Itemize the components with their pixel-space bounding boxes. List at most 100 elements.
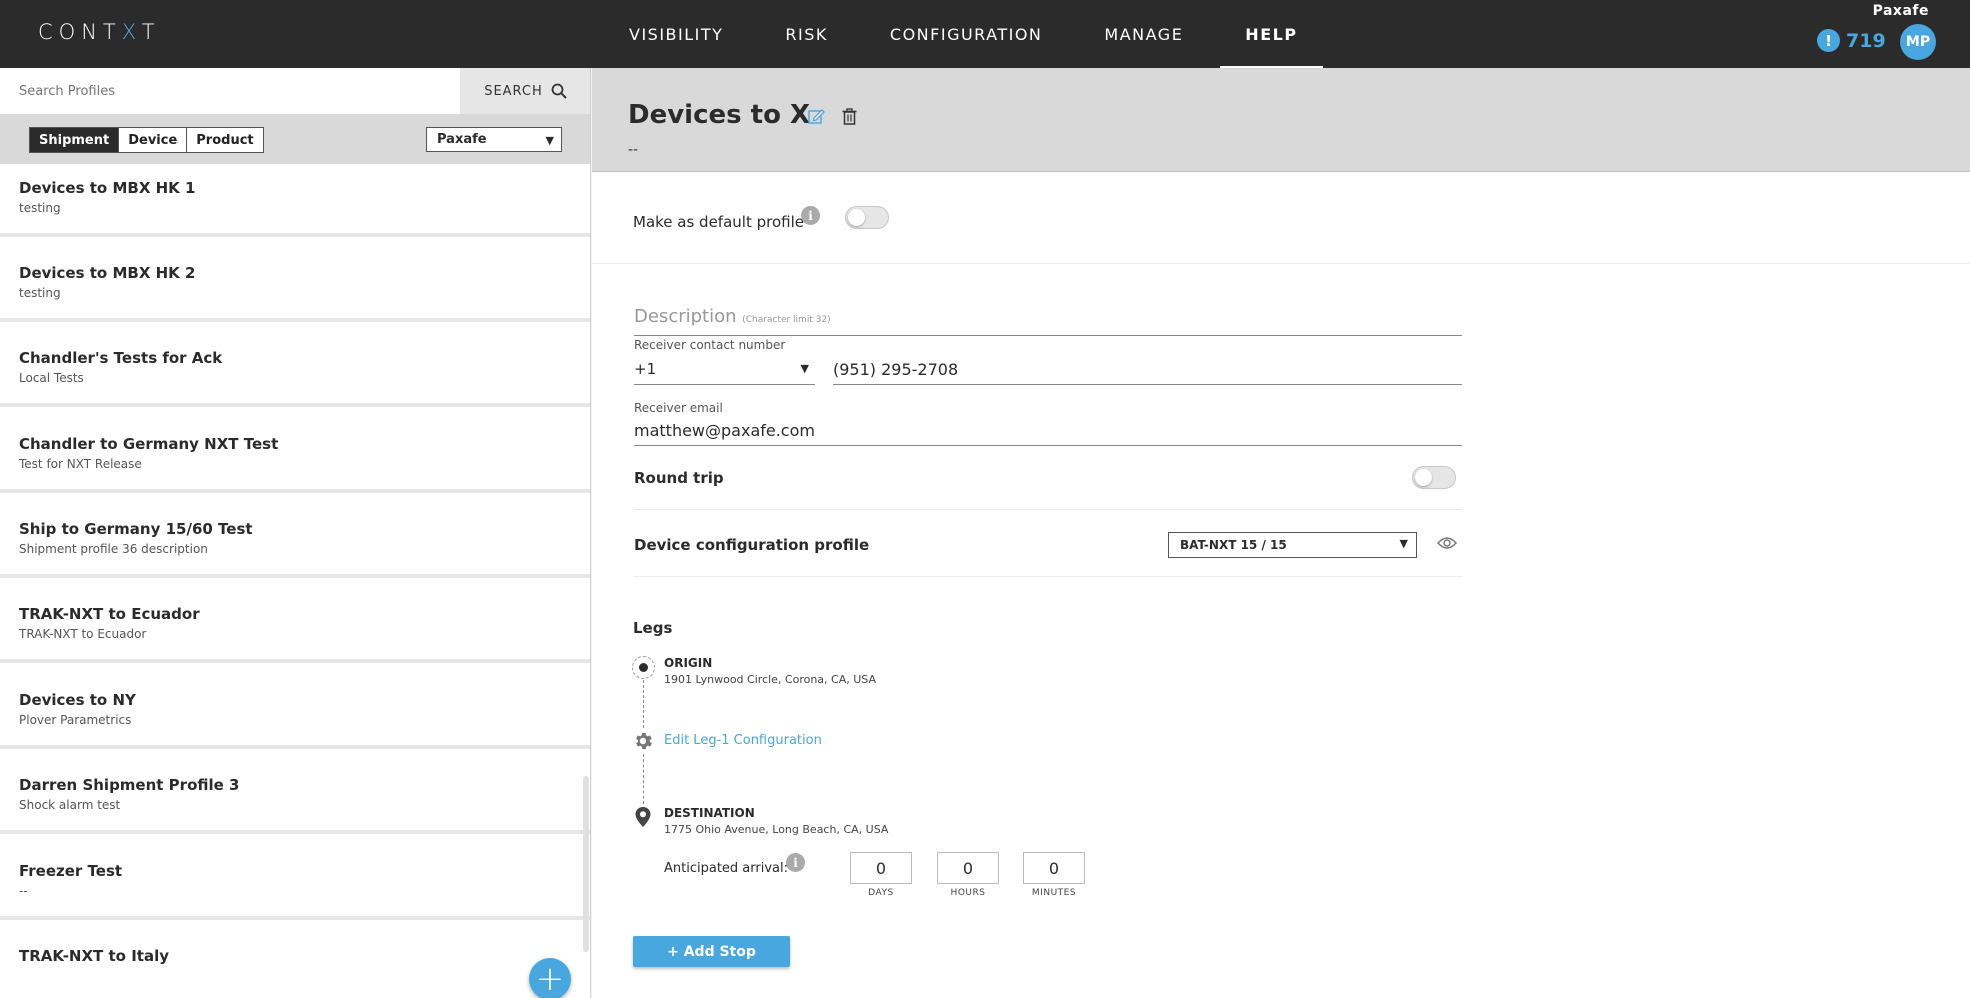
list-item[interactable]: Chandler's Tests for Ack Local Tests: [0, 324, 590, 407]
nav-configuration[interactable]: CONFIGURATION: [859, 0, 1074, 68]
arrival-minutes-input[interactable]: 0: [1023, 852, 1085, 884]
phone-input[interactable]: (951) 295-2708: [833, 357, 1462, 385]
search-button[interactable]: SEARCH: [460, 68, 590, 114]
logo-text: CONT: [38, 20, 122, 44]
profile-desc: testing: [19, 286, 61, 300]
profile-name: Chandler to Germany NXT Test: [19, 435, 279, 453]
profile-name: Darren Shipment Profile 3: [19, 776, 240, 794]
top-nav-bar: CONTXT VISIBILITY RISK CONFIGURATION MAN…: [0, 0, 1970, 68]
profile-name: Chandler's Tests for Ack: [19, 349, 223, 367]
profile-form: Make as default profile i Description (C…: [592, 172, 1970, 998]
profile-name: Devices to NY: [19, 691, 136, 709]
org-select[interactable]: Paxafe ▼: [426, 127, 562, 152]
nav-manage[interactable]: MANAGE: [1073, 0, 1214, 68]
list-item[interactable]: TRAK-NXT to Italy: [0, 922, 590, 998]
map-pin-icon: [635, 807, 651, 827]
default-profile-label: Make as default profile: [633, 213, 804, 231]
country-code-value: +1: [634, 360, 657, 378]
origin-address: 1901 Lynwood Circle, Corona, CA, USA: [664, 673, 876, 686]
default-profile-toggle[interactable]: [845, 206, 889, 229]
org-name: Paxafe: [1872, 3, 1929, 19]
eye-icon[interactable]: [1437, 536, 1457, 550]
profile-desc: Shipment profile 36 description: [19, 542, 208, 556]
profile-desc: Test for NXT Release: [19, 457, 142, 471]
profile-name: TRAK-NXT to Ecuador: [19, 605, 200, 623]
search-row: SEARCH: [0, 68, 590, 114]
add-stop-button[interactable]: + Add Stop: [633, 936, 790, 967]
profile-desc: TRAK-NXT to Ecuador: [19, 627, 147, 641]
list-item[interactable]: Darren Shipment Profile 3 Shock alarm te…: [0, 751, 590, 834]
divider: [634, 576, 1462, 577]
profile-desc: Plover Parametrics: [19, 713, 132, 727]
profile-desc: --: [19, 884, 28, 898]
profile-type-toggle: Shipment Device Product: [29, 127, 264, 153]
description-field[interactable]: Description (Character limit 32): [634, 306, 1462, 336]
filter-shipment[interactable]: Shipment: [30, 128, 120, 152]
caret-down-icon: ▼: [1399, 537, 1408, 550]
info-icon[interactable]: i: [786, 853, 805, 872]
plus-icon: +: [535, 959, 565, 998]
profile-name: Devices to MBX HK 1: [19, 179, 196, 197]
email-input[interactable]: matthew@paxafe.com: [634, 418, 1462, 446]
profile-subtitle: --: [628, 142, 639, 158]
profile-name: Ship to Germany 15/60 Test: [19, 520, 253, 538]
toggle-knob: [848, 209, 865, 226]
divider: [634, 509, 1462, 510]
arrival-label: Anticipated arrival:: [664, 861, 788, 876]
filter-device[interactable]: Device: [119, 128, 188, 152]
trash-icon[interactable]: [842, 108, 857, 125]
arrival-days-input[interactable]: 0: [850, 852, 912, 884]
destination-address: 1775 Ohio Avenue, Long Beach, CA, USA: [664, 823, 889, 836]
nav-help[interactable]: HELP: [1214, 0, 1328, 68]
round-trip-toggle[interactable]: [1412, 466, 1456, 489]
list-item[interactable]: Devices to MBX HK 2 testing: [0, 239, 590, 322]
list-item[interactable]: Chandler to Germany NXT Test Test for NX…: [0, 410, 590, 493]
list-item[interactable]: TRAK-NXT to Ecuador TRAK-NXT to Ecuador: [0, 580, 590, 663]
device-config-label: Device configuration profile: [634, 536, 870, 554]
user-avatar[interactable]: MP: [1900, 24, 1936, 60]
receiver-contact-label: Receiver contact number: [634, 338, 786, 352]
leg-connector: [643, 754, 644, 804]
alerts-indicator[interactable]: ! 719: [1817, 29, 1886, 52]
list-item[interactable]: Ship to Germany 15/60 Test Shipment prof…: [0, 495, 590, 578]
device-config-select[interactable]: BAT-NXT 15 / 15 ▼: [1168, 532, 1417, 558]
filter-product[interactable]: Product: [187, 128, 262, 152]
destination-label: DESTINATION: [664, 806, 755, 820]
days-label: DAYS: [868, 888, 894, 898]
alert-icon: !: [1817, 29, 1840, 52]
search-input[interactable]: [0, 68, 460, 114]
list-item[interactable]: Freezer Test --: [0, 837, 590, 920]
nav-visibility[interactable]: VISIBILITY: [598, 0, 754, 68]
nav-risk[interactable]: RISK: [754, 0, 858, 68]
description-label: Description: [634, 306, 737, 327]
profiles-sidebar: SEARCH Shipment Device Product Paxafe ▼ …: [0, 68, 591, 998]
edit-leg-link[interactable]: Edit Leg-1 Configuration: [664, 733, 822, 748]
legs-title: Legs: [633, 619, 673, 637]
search-icon: [551, 83, 567, 99]
contxt-logo[interactable]: CONTXT: [38, 20, 161, 44]
country-code-select[interactable]: +1 ▼: [634, 357, 815, 385]
list-scrollbar[interactable]: [583, 776, 589, 952]
caret-down-icon: ▼: [545, 134, 554, 147]
list-item[interactable]: Devices to MBX HK 1 testing: [0, 164, 590, 237]
gear-icon[interactable]: [632, 730, 654, 752]
origin-label: ORIGIN: [664, 656, 713, 670]
toggle-knob: [1415, 469, 1432, 486]
receiver-email-label: Receiver email: [634, 401, 723, 415]
info-icon[interactable]: i: [801, 206, 820, 225]
profile-desc: testing: [19, 201, 61, 215]
edit-icon[interactable]: [808, 108, 825, 125]
description-hint: (Character limit 32): [742, 315, 831, 325]
profile-desc: Shock alarm test: [19, 798, 121, 812]
profile-name: TRAK-NXT to Italy: [19, 947, 169, 965]
round-trip-label: Round trip: [634, 469, 724, 487]
search-button-label: SEARCH: [484, 83, 543, 99]
logo-text-end: T: [141, 20, 161, 44]
caret-down-icon: ▼: [800, 362, 809, 375]
list-item[interactable]: Devices to NY Plover Parametrics: [0, 666, 590, 749]
leg-connector: [643, 680, 644, 728]
add-profile-button[interactable]: +: [529, 958, 571, 998]
profile-name: Devices to MBX HK 2: [19, 264, 196, 282]
arrival-hours-input[interactable]: 0: [937, 852, 999, 884]
org-select-value: Paxafe: [437, 132, 487, 147]
